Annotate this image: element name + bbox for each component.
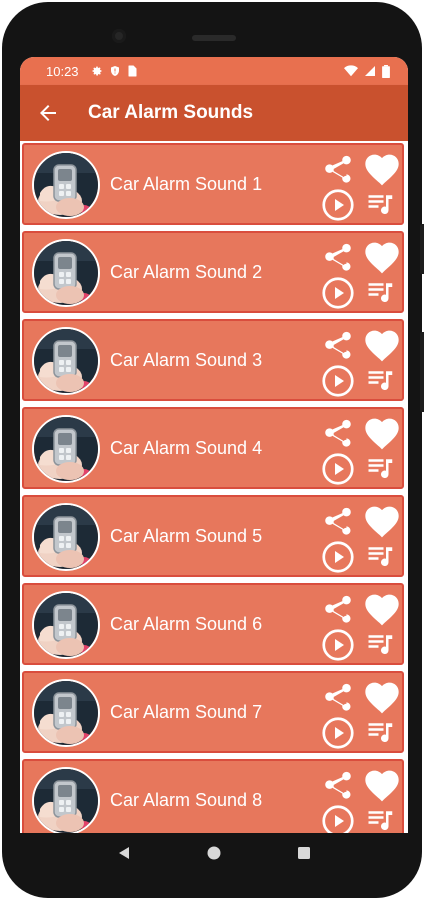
- front-camera: [112, 29, 126, 43]
- item-title: Car Alarm Sound 6: [110, 613, 263, 634]
- app-bar: Car Alarm Sounds: [20, 85, 408, 141]
- play-icon[interactable]: [320, 803, 356, 833]
- playlist-icon[interactable]: [366, 365, 396, 395]
- list-item[interactable]: Car Alarm Sound 2: [22, 231, 404, 313]
- list-item[interactable]: Car Alarm Sound 6: [22, 583, 404, 665]
- share-icon[interactable]: [321, 505, 355, 539]
- shield-icon: [110, 66, 119, 76]
- item-title: Car Alarm Sound 7: [110, 701, 263, 722]
- thumbnail-image: [32, 679, 100, 747]
- play-icon[interactable]: [320, 627, 356, 663]
- heart-icon[interactable]: [362, 677, 402, 715]
- status-icons-right: [344, 64, 390, 78]
- share-icon[interactable]: [321, 153, 355, 187]
- arrow-left-icon[interactable]: [36, 101, 60, 125]
- volume-button: [420, 332, 424, 412]
- phone-frame: 10:23 Car Alarm Sounds Car Alarm Sound 1: [2, 2, 424, 898]
- playlist-icon[interactable]: [366, 541, 396, 571]
- thumbnail-image: [32, 415, 100, 483]
- back-triangle-icon[interactable]: [116, 845, 132, 861]
- playlist-icon[interactable]: [366, 629, 396, 659]
- recents-square-icon[interactable]: [296, 845, 312, 861]
- play-icon[interactable]: [320, 539, 356, 575]
- signal-icon: [365, 66, 375, 76]
- thumbnail-image: [32, 327, 100, 395]
- item-title: Car Alarm Sound 5: [110, 525, 263, 546]
- list-item[interactable]: Car Alarm Sound 5: [22, 495, 404, 577]
- share-icon[interactable]: [321, 329, 355, 363]
- earpiece-speaker: [192, 35, 236, 41]
- list-item[interactable]: Car Alarm Sound 8: [22, 759, 404, 833]
- thumbnail-image: [32, 767, 100, 833]
- play-icon[interactable]: [320, 187, 356, 223]
- heart-icon[interactable]: [362, 501, 402, 539]
- heart-icon[interactable]: [362, 325, 402, 363]
- play-icon[interactable]: [320, 715, 356, 751]
- thumbnail-image: [32, 591, 100, 659]
- playlist-icon[interactable]: [366, 805, 396, 833]
- item-title: Car Alarm Sound 4: [110, 437, 263, 458]
- item-title: Car Alarm Sound 2: [110, 261, 263, 282]
- playlist-icon[interactable]: [366, 277, 396, 307]
- item-title: Car Alarm Sound 8: [110, 789, 263, 810]
- battery-icon: [382, 64, 390, 78]
- play-icon[interactable]: [320, 275, 356, 311]
- playlist-icon[interactable]: [366, 453, 396, 483]
- share-icon[interactable]: [321, 681, 355, 715]
- power-button: [420, 224, 424, 274]
- share-icon[interactable]: [321, 417, 355, 451]
- list-item[interactable]: Car Alarm Sound 4: [22, 407, 404, 489]
- share-icon[interactable]: [321, 593, 355, 627]
- status-icons-left: [91, 65, 137, 77]
- thumbnail-image: [32, 151, 100, 219]
- heart-icon[interactable]: [362, 237, 402, 275]
- screen: 10:23 Car Alarm Sounds Car Alarm Sound 1: [20, 57, 408, 833]
- gear-icon: [92, 66, 102, 76]
- home-circle-icon[interactable]: [206, 845, 222, 861]
- playlist-icon[interactable]: [366, 189, 396, 219]
- share-icon[interactable]: [321, 769, 355, 803]
- status-time: 10:23: [46, 63, 79, 79]
- list-item[interactable]: Car Alarm Sound 3: [22, 319, 404, 401]
- heart-icon[interactable]: [362, 413, 402, 451]
- thumbnail-image: [32, 239, 100, 307]
- list-item[interactable]: Car Alarm Sound 1: [22, 143, 404, 225]
- playlist-icon[interactable]: [366, 717, 396, 747]
- share-icon[interactable]: [321, 241, 355, 275]
- status-bar: 10:23: [20, 57, 408, 85]
- sim-card-icon: [128, 65, 137, 77]
- heart-icon[interactable]: [362, 149, 402, 187]
- play-icon[interactable]: [320, 363, 356, 399]
- item-title: Car Alarm Sound 3: [110, 349, 263, 370]
- item-title: Car Alarm Sound 1: [110, 173, 263, 194]
- list-item[interactable]: Car Alarm Sound 7: [22, 671, 404, 753]
- thumbnail-image: [32, 503, 100, 571]
- wifi-icon: [344, 65, 358, 77]
- heart-icon[interactable]: [362, 765, 402, 803]
- page-title: Car Alarm Sounds: [88, 102, 254, 123]
- system-nav-bar: [20, 833, 408, 873]
- sound-list[interactable]: Car Alarm Sound 1 Car Alarm Sound 2 Car …: [20, 141, 408, 833]
- heart-icon[interactable]: [362, 589, 402, 627]
- play-icon[interactable]: [320, 451, 356, 487]
